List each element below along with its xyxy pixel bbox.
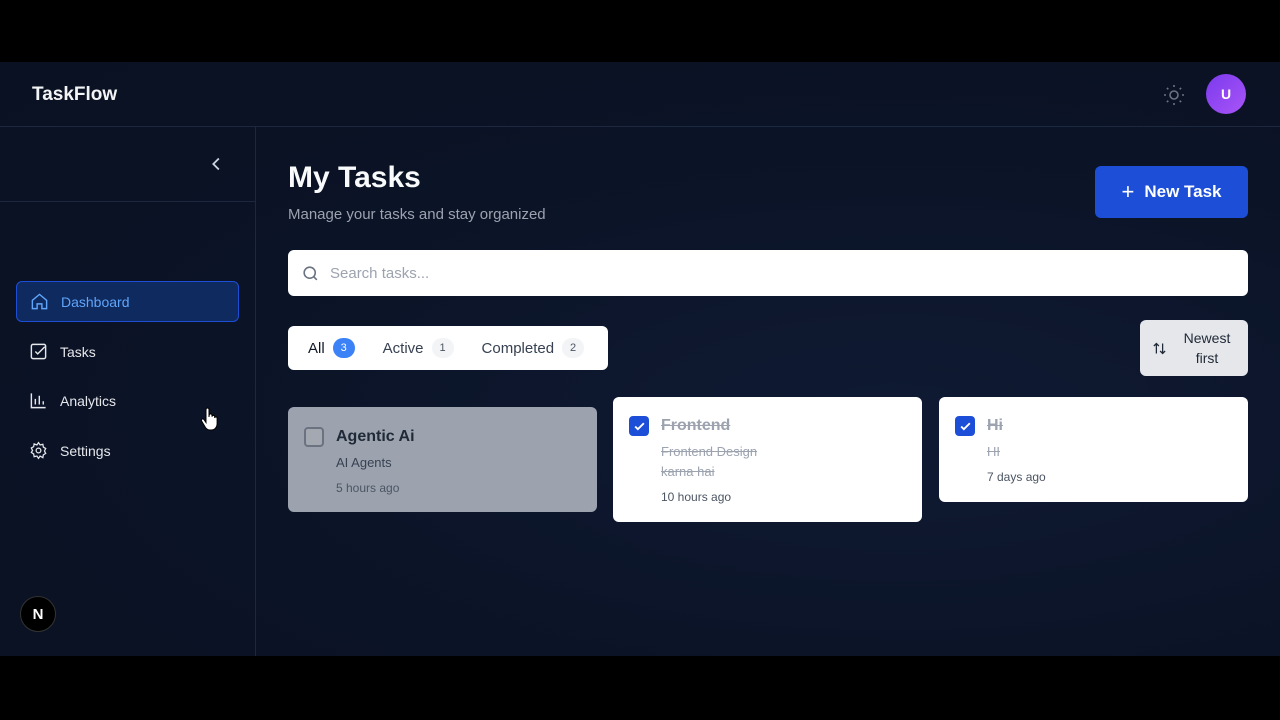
sidebar-item-label: Dashboard [61,293,130,310]
sidebar: Dashboard Tasks Analytics Settings N [0,127,256,656]
new-task-label: New Task [1144,182,1222,201]
search-input[interactable] [330,264,1210,282]
avatar[interactable]: U [1206,74,1246,114]
bar-chart-icon [30,393,46,409]
search-bar [288,250,1248,296]
sidebar-item-label: Analytics [60,392,117,409]
filter-label: Completed [481,339,555,357]
task-card[interactable]: Hi HI 7 days ago [939,397,1248,502]
page-title: My Tasks [288,161,421,194]
plus-icon: + [1121,179,1135,204]
sidebar-item-settings[interactable]: Settings [16,430,239,471]
sun-icon[interactable] [1162,83,1186,107]
filter-tab-active[interactable]: Active 1 [369,326,468,370]
filter-count: 2 [562,338,585,358]
hand-cursor-icon [200,407,218,431]
task-time: 10 hours ago [661,490,732,504]
task-time: 7 days ago [987,470,1046,484]
filter-count: 1 [431,338,454,358]
chevron-left-icon[interactable] [206,153,228,175]
task-checkbox[interactable] [955,416,975,436]
app-window: TaskFlow U Dashboard Tasks Analytics Set… [0,62,1280,656]
filter-label: Active [382,339,424,357]
filter-tab-all[interactable]: All 3 [294,326,369,370]
sidebar-item-label: Tasks [60,343,96,360]
home-icon [31,293,48,310]
task-description: Frontend Design karna hai [661,444,758,479]
task-title: Hi [987,417,1003,434]
task-checkbox[interactable] [304,427,324,447]
check-icon [959,422,971,431]
sidebar-item-label: Settings [60,442,111,459]
new-task-button[interactable]: + New Task [1095,166,1248,218]
filter-count: 3 [332,338,355,358]
sort-label: Newest first [1183,330,1231,366]
top-bar: TaskFlow U [0,62,1280,127]
filter-label: All [308,339,325,357]
sidebar-item-dashboard[interactable]: Dashboard [16,281,239,322]
sidebar-divider [0,201,255,202]
task-checkbox[interactable] [629,416,649,436]
sort-button[interactable]: Newest first [1140,320,1248,376]
task-card[interactable]: Frontend Frontend Design karna hai 10 ho… [613,397,922,522]
checkbox-icon [30,343,47,360]
sidebar-item-tasks[interactable]: Tasks [16,331,239,372]
task-title: Frontend [661,417,731,434]
filter-tabs: All 3 Active 1 Completed 2 [288,326,608,370]
check-icon [633,422,645,431]
brand-logo[interactable]: TaskFlow [32,84,117,106]
filter-tab-completed[interactable]: Completed 2 [468,326,599,370]
sort-icon [1153,342,1166,354]
search-icon [303,265,318,280]
task-time: 5 hours ago [336,481,400,495]
task-card[interactable]: Agentic Ai AI Agents 5 hours ago [288,407,597,512]
gear-icon [30,441,47,460]
task-description: HI [987,444,1000,459]
framework-badge[interactable]: N [20,596,56,632]
task-description: AI Agents [336,455,392,470]
task-title: Agentic Ai [336,428,415,445]
page-subtitle: Manage your tasks and stay organized [288,206,546,223]
